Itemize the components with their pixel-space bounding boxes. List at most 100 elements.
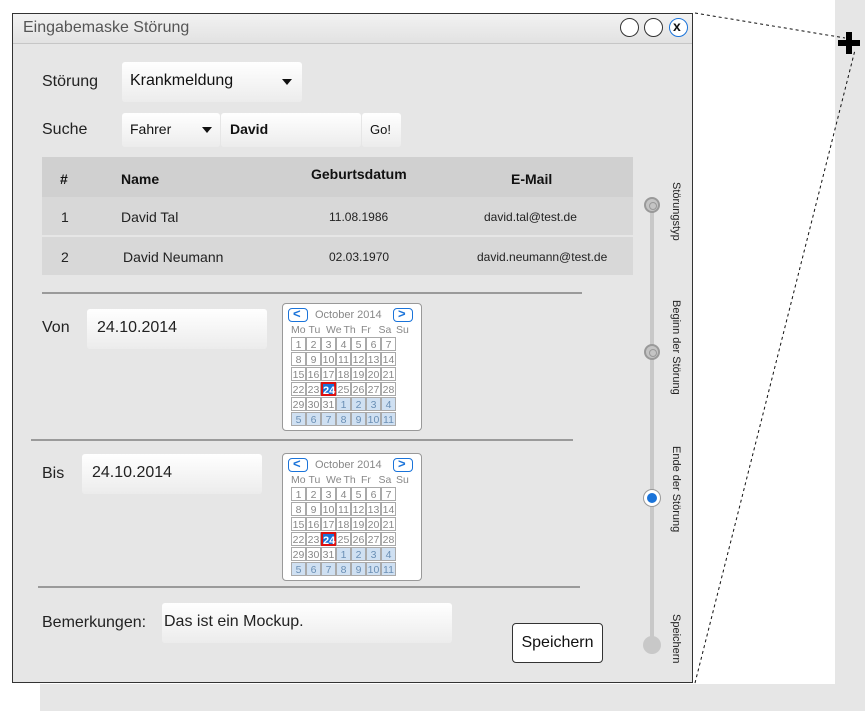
calendar-day[interactable]: 8 xyxy=(291,502,306,516)
calendar-day[interactable]: 3 xyxy=(321,337,336,351)
search-input[interactable]: David xyxy=(221,113,361,147)
calendar-day[interactable]: 16 xyxy=(306,367,321,381)
calendar-day[interactable]: 20 xyxy=(366,517,381,531)
calendar-day[interactable]: 18 xyxy=(336,517,351,531)
next-month-day[interactable]: 6 xyxy=(306,412,321,426)
calendar-day[interactable]: 3 xyxy=(321,487,336,501)
calendar-day[interactable]: 9 xyxy=(306,352,321,366)
next-month-day[interactable]: 10 xyxy=(366,412,381,426)
calendar-day[interactable]: 1 xyxy=(291,337,306,351)
next-month-button[interactable]: > xyxy=(393,456,413,472)
bis-calendar[interactable]: < October 2014 > Mo Tu We Th Fr Sa Su 1 2 3 4 5 6 7 8 9 10 1… xyxy=(282,453,422,581)
calendar-day[interactable]: 25 xyxy=(336,532,351,546)
calendar-day[interactable]: 22 xyxy=(291,532,306,546)
calendar-day[interactable]: 12 xyxy=(351,352,366,366)
calendar-day[interactable]: 21 xyxy=(381,367,396,381)
calendar-day[interactable]: 2 xyxy=(306,487,321,501)
calendar-day[interactable]: 10 xyxy=(321,352,336,366)
calendar-day[interactable]: 20 xyxy=(366,367,381,381)
next-month-day[interactable]: 6 xyxy=(306,562,321,576)
next-month-day[interactable]: 5 xyxy=(291,562,306,576)
maximize-button[interactable] xyxy=(644,18,663,37)
calendar-day[interactable]: 30 xyxy=(306,547,321,561)
calendar-day[interactable]: 5 xyxy=(351,337,366,351)
calendar-day[interactable]: 30 xyxy=(306,397,321,411)
calendar-day[interactable]: 31 xyxy=(321,547,336,561)
bis-date-field[interactable]: 24.10.2014 xyxy=(82,454,262,494)
prev-month-button[interactable]: < xyxy=(288,306,308,322)
calendar-day[interactable]: 8 xyxy=(291,352,306,366)
calendar-day[interactable]: 7 xyxy=(381,487,396,501)
calendar-day[interactable]: 17 xyxy=(321,517,336,531)
next-month-day[interactable]: 1 xyxy=(336,397,351,411)
calendar-day[interactable]: 17 xyxy=(321,367,336,381)
calendar-day[interactable]: 28 xyxy=(381,382,396,396)
calendar-day[interactable]: 13 xyxy=(366,502,381,516)
calendar-day[interactable]: 21 xyxy=(381,517,396,531)
von-date-field[interactable]: 24.10.2014 xyxy=(87,309,267,349)
next-month-day[interactable]: 7 xyxy=(321,562,336,576)
calendar-day[interactable]: 19 xyxy=(351,517,366,531)
wizard-step-2[interactable] xyxy=(644,344,660,360)
calendar-day[interactable]: 26 xyxy=(351,382,366,396)
next-month-day[interactable]: 8 xyxy=(336,562,351,576)
calendar-day[interactable]: 23 xyxy=(306,382,321,396)
calendar-day[interactable]: 15 xyxy=(291,367,306,381)
calendar-day[interactable]: 26 xyxy=(351,532,366,546)
next-month-day[interactable]: 5 xyxy=(291,412,306,426)
calendar-day[interactable]: 25 xyxy=(336,382,351,396)
calendar-day[interactable]: 10 xyxy=(321,502,336,516)
calendar-day[interactable]: 27 xyxy=(366,532,381,546)
calendar-day[interactable]: 4 xyxy=(336,337,351,351)
selected-day[interactable]: 24 xyxy=(321,532,336,547)
calendar-day[interactable]: 19 xyxy=(351,367,366,381)
wizard-step-4[interactable] xyxy=(643,636,661,654)
next-month-day[interactable]: 7 xyxy=(321,412,336,426)
close-button[interactable]: x xyxy=(669,18,688,37)
calendar-day[interactable]: 29 xyxy=(291,397,306,411)
von-calendar[interactable]: < October 2014 > Mo Tu We Th Fr Sa Su 1 2 3 4 5 6 7 8 9 10 1… xyxy=(282,303,422,431)
suche-filter-select[interactable]: Fahrer xyxy=(122,113,220,147)
calendar-day[interactable]: 1 xyxy=(291,487,306,501)
calendar-day[interactable]: 11 xyxy=(336,502,351,516)
next-month-day[interactable]: 9 xyxy=(351,562,366,576)
calendar-day[interactable]: 14 xyxy=(381,502,396,516)
calendar-day[interactable]: 12 xyxy=(351,502,366,516)
next-month-day[interactable]: 4 xyxy=(381,397,396,411)
next-month-day[interactable]: 2 xyxy=(351,397,366,411)
prev-month-button[interactable]: < xyxy=(288,456,308,472)
selected-day[interactable]: 24 xyxy=(321,382,336,397)
calendar-day[interactable]: 27 xyxy=(366,382,381,396)
next-month-day[interactable]: 10 xyxy=(366,562,381,576)
go-button[interactable]: Go! xyxy=(362,113,401,147)
calendar-day[interactable]: 5 xyxy=(351,487,366,501)
next-month-day[interactable]: 3 xyxy=(366,397,381,411)
next-month-button[interactable]: > xyxy=(393,306,413,322)
calendar-day[interactable]: 7 xyxy=(381,337,396,351)
calendar-day[interactable]: 28 xyxy=(381,532,396,546)
calendar-day[interactable]: 18 xyxy=(336,367,351,381)
next-month-day[interactable]: 8 xyxy=(336,412,351,426)
calendar-day[interactable]: 4 xyxy=(336,487,351,501)
table-row[interactable]: 1 David Tal 11.08.1986 david.tal@test.de xyxy=(42,197,633,235)
calendar-day[interactable]: 29 xyxy=(291,547,306,561)
calendar-day[interactable]: 15 xyxy=(291,517,306,531)
calendar-day[interactable]: 16 xyxy=(306,517,321,531)
calendar-day[interactable]: 31 xyxy=(321,397,336,411)
next-month-day[interactable]: 11 xyxy=(381,562,396,576)
wizard-step-1[interactable] xyxy=(644,197,660,213)
save-button[interactable]: Speichern xyxy=(512,623,603,663)
next-month-day[interactable]: 2 xyxy=(351,547,366,561)
stoerung-select[interactable]: Krankmeldung xyxy=(122,62,302,102)
bemerkungen-input[interactable]: Das ist ein Mockup. xyxy=(162,603,452,643)
calendar-day[interactable]: 23 xyxy=(306,532,321,546)
next-month-day[interactable]: 11 xyxy=(381,412,396,426)
calendar-day[interactable]: 6 xyxy=(366,337,381,351)
next-month-day[interactable]: 4 xyxy=(381,547,396,561)
next-month-day[interactable]: 1 xyxy=(336,547,351,561)
calendar-day[interactable]: 13 xyxy=(366,352,381,366)
calendar-day[interactable]: 9 xyxy=(306,502,321,516)
calendar-day[interactable]: 6 xyxy=(366,487,381,501)
calendar-day[interactable]: 14 xyxy=(381,352,396,366)
calendar-day[interactable]: 22 xyxy=(291,382,306,396)
